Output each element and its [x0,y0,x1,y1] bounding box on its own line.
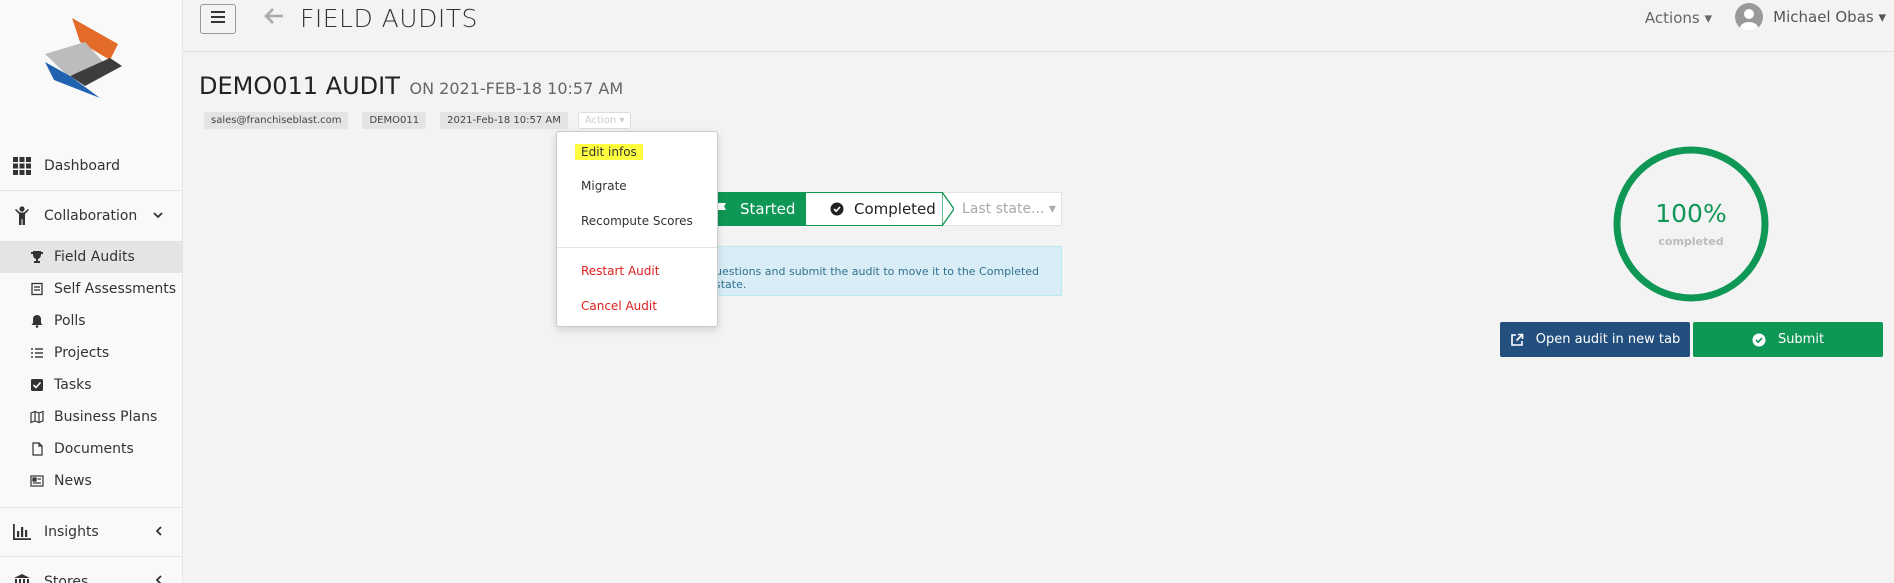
step-label: Started [740,200,796,218]
check-circle-icon [1752,333,1766,347]
chevron-down-icon [153,208,163,222]
menu-item-recompute-scores[interactable]: Recompute Scores [581,214,693,228]
menu-item-cancel-audit[interactable]: Cancel Audit [581,299,657,313]
newspaper-icon [30,474,44,488]
user-menu[interactable]: Michael Obas ▾ [1735,3,1886,31]
sidebar-item-label: Projects [54,345,110,361]
grid-icon [12,156,32,176]
sidebar-item-news[interactable]: News [0,465,183,497]
sidebar-item-documents[interactable]: Documents [0,433,183,465]
sidebar-item-label: Tasks [54,377,92,393]
sidebar-item-polls[interactable]: Polls [0,305,183,337]
audit-tags: sales@franchiseblast.com DEMO011 2021-Fe… [204,112,632,129]
sidebar-item-dashboard[interactable]: Dashboard [0,141,183,191]
menu-item-migrate[interactable]: Migrate [581,179,627,193]
step-last-state[interactable]: Last state... ▾ [942,192,1062,226]
page-title: FIELD AUDITS [300,4,478,33]
submit-button[interactable]: Submit [1693,322,1883,357]
tag-datetime: 2021-Feb-18 10:57 AM [440,112,568,129]
button-label: Submit [1777,332,1825,347]
sidebar-item-self-assessments[interactable]: Self Assessments [0,273,183,305]
file-icon [30,442,44,456]
checkbox-icon [30,378,44,392]
sidebar-item-label: Documents [54,441,134,457]
sidebar-item-tasks[interactable]: Tasks [0,369,183,401]
top-header: FIELD AUDITS Actions ▾ Michael Obas ▾ [183,0,1894,52]
audit-title: DEMO011 AUDIT ON 2021-FEB-18 10:57 AM [199,72,623,100]
collaboration-submenu: Field Audits Self Assessments Polls Proj… [0,241,183,497]
bell-icon [30,314,44,328]
tag-code: DEMO011 [362,112,427,129]
chevron-left-icon [155,574,163,583]
audit-date: ON 2021-FEB-18 10:57 AM [409,79,624,98]
menu-item-edit-infos[interactable]: Edit infos [575,144,643,160]
clipboard-icon [30,282,44,296]
hamburger-icon [211,11,225,27]
sidebar-nav: Dashboard Collaboration Field Audits Sel… [0,141,183,583]
sidebar-item-label: Business Plans [54,409,158,425]
audit-name: DEMO011 AUDIT [199,72,400,100]
button-label: Open audit in new tab [1535,332,1681,347]
sidebar-item-label: News [54,473,92,489]
completion-percent: 100% [1655,199,1727,228]
avatar [1735,3,1764,31]
actions-dropdown[interactable]: Actions ▾ [1645,9,1712,27]
action-dropdown-button[interactable]: Action ▾ [577,112,632,129]
step-completed[interactable]: Completed [806,192,954,226]
sidebar-item-business-plans[interactable]: Business Plans [0,401,183,433]
chevron-left-icon [155,525,163,539]
back-arrow-icon[interactable] [263,5,285,31]
sidebar-item-projects[interactable]: Projects [0,337,183,369]
user-name: Michael Obas ▾ [1773,8,1886,26]
sidebar-item-label: Polls [54,313,86,329]
sidebar-item-collaboration[interactable]: Collaboration [0,191,183,241]
bar-chart-icon [12,522,32,542]
sidebar-item-label: Collaboration [44,208,138,224]
menu-toggle-button[interactable] [200,4,236,34]
sidebar-item-field-audits[interactable]: Field Audits [0,241,183,273]
map-icon [30,410,44,424]
step-label: Completed [854,200,936,218]
sidebar-item-label: Stores [44,573,89,583]
sidebar-item-label: Self Assessments [54,281,177,297]
building-icon [12,572,32,583]
menu-divider [557,247,717,248]
external-link-icon [1510,333,1524,347]
sidebar-item-label: Dashboard [44,157,120,174]
info-alert: uestions and submit the audit to move it… [700,246,1062,296]
menu-item-restart-audit[interactable]: Restart Audit [581,264,659,278]
tag-email: sales@franchiseblast.com [204,112,349,129]
action-dropdown-menu: Edit infos Migrate Recompute Scores Rest… [556,131,718,327]
check-circle-icon [830,202,844,216]
sidebar-item-stores[interactable]: Stores [0,557,183,583]
list-icon [30,346,44,360]
completion-gauge: 100% completed [1612,145,1770,303]
person-icon [12,206,32,226]
sidebar-item-label: Insights [44,524,99,540]
sidebar-item-insights[interactable]: Insights [0,507,183,557]
open-in-new-tab-button[interactable]: Open audit in new tab [1500,322,1690,357]
app-logo[interactable] [40,14,140,104]
state-steps: Started Completed Last state... ▾ [700,192,1062,226]
sidebar-item-label: Field Audits [54,249,135,265]
sidebar: Dashboard Collaboration Field Audits Sel… [0,0,183,583]
completion-label: completed [1658,235,1724,248]
trophy-icon [30,250,44,264]
